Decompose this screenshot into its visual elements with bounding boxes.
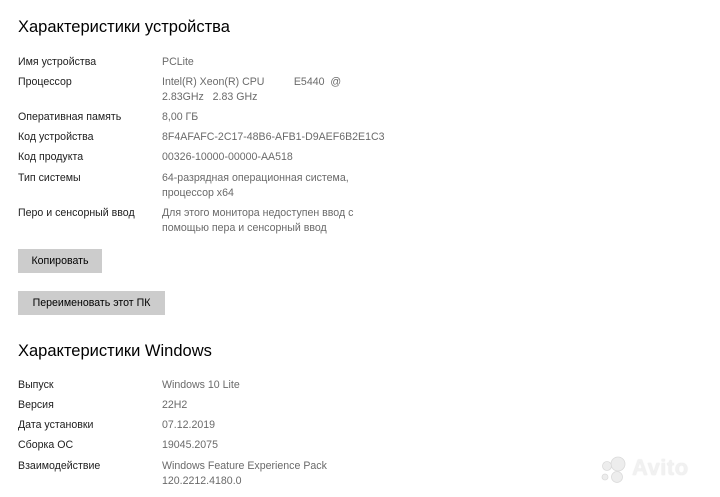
device-specs-title: Характеристики устройства bbox=[18, 18, 230, 36]
spec-label: Код продукта bbox=[18, 151, 84, 163]
spec-value[interactable]: 64-разрядная операционная система, проце… bbox=[162, 171, 377, 201]
avito-watermark: Avito bbox=[598, 453, 708, 487]
rename-pc-button[interactable]: Переименовать этот ПК bbox=[18, 291, 165, 315]
spec-label: Перо и сенсорный ввод bbox=[18, 207, 135, 219]
avito-logo-icon bbox=[601, 456, 626, 483]
windows-specs-title: Характеристики Windows bbox=[18, 342, 212, 360]
spec-label: Дата установки bbox=[18, 419, 94, 431]
spec-label: Процессор bbox=[18, 76, 72, 88]
spec-value[interactable]: Для этого монитора недоступен ввод с пом… bbox=[162, 206, 377, 236]
spec-label: Выпуск bbox=[18, 379, 54, 391]
spec-value[interactable]: 8F4AFAFC-2C17-48B6-AFB1-D9AEF6B2E1C3 bbox=[162, 130, 422, 145]
spec-value[interactable]: 8,00 ГБ bbox=[162, 110, 382, 125]
spec-value[interactable]: Intel(R) Xeon(R) CPU E5440 @ 2.83GHz 2.8… bbox=[162, 75, 362, 105]
spec-value[interactable]: PCLite bbox=[162, 55, 382, 70]
spec-label: Код устройства bbox=[18, 131, 94, 143]
spec-value[interactable]: 00326-10000-00000-AA518 bbox=[162, 150, 382, 165]
spec-value[interactable]: 07.12.2019 bbox=[162, 418, 382, 433]
spec-value[interactable]: 19045.2075 bbox=[162, 438, 382, 453]
spec-value[interactable]: Windows 10 Lite bbox=[162, 378, 382, 393]
spec-label: Имя устройства bbox=[18, 56, 97, 68]
spec-label: Тип системы bbox=[18, 172, 81, 184]
spec-label: Оперативная память bbox=[18, 111, 122, 123]
spec-label: Версия bbox=[18, 399, 54, 411]
spec-value[interactable]: Windows Feature Experience Pack 120.2212… bbox=[162, 459, 362, 489]
spec-value[interactable]: 22H2 bbox=[162, 398, 382, 413]
watermark-text: Avito bbox=[632, 455, 689, 480]
spec-label: Взаимодействие bbox=[18, 460, 101, 472]
spec-label: Сборка ОС bbox=[18, 439, 74, 451]
copy-button[interactable]: Копировать bbox=[18, 249, 102, 273]
